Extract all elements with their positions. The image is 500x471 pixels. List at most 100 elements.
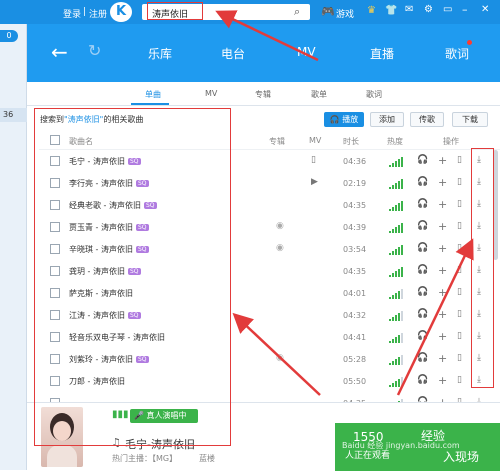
- song-duration: 04:36: [343, 157, 367, 166]
- phone-send-icon[interactable]: ▯: [457, 287, 462, 297]
- col-ops: 操作: [443, 137, 459, 146]
- close-icon[interactable]: ✕: [481, 4, 489, 15]
- hot-signal-icon: [389, 179, 403, 189]
- sub-tabs: 单曲 MV 专辑 歌单 歌词: [27, 82, 500, 106]
- phone-send-icon[interactable]: ▯: [457, 265, 462, 275]
- phone-send-icon[interactable]: ▯: [457, 353, 462, 363]
- hot-signal-icon: [389, 201, 403, 211]
- hot-signal-icon: [389, 223, 403, 233]
- annotation-list-box: [34, 108, 231, 446]
- col-mv: MV: [309, 136, 322, 145]
- headphone-icon[interactable]: 🎧: [417, 331, 428, 341]
- left-badge[interactable]: 0: [0, 30, 18, 42]
- headphone-icon[interactable]: 🎧: [417, 177, 428, 187]
- add-plus-icon[interactable]: +: [438, 198, 447, 211]
- col-album: 专辑: [269, 137, 285, 146]
- top-bar: 登录 | 注册 K 涛声依旧 ⌕ 🎮 游戏 ♛ 👕 ✉ ⚙ ▭ – ✕: [0, 0, 500, 24]
- headphone-icon: 🎧: [329, 115, 340, 124]
- register-link[interactable]: 注册: [89, 7, 107, 20]
- phone-send-icon[interactable]: ▯: [457, 243, 462, 253]
- game-link[interactable]: 游戏: [336, 7, 354, 20]
- send-button[interactable]: 传歌: [410, 112, 444, 127]
- hot-signal-icon: [389, 355, 403, 365]
- hot-signal-icon: [389, 311, 403, 321]
- col-hot: 热度: [387, 137, 403, 146]
- annotation-download-box: [471, 148, 494, 388]
- tab-lyrics[interactable]: 歌词: [366, 89, 382, 100]
- settings-icon[interactable]: ⚙: [424, 4, 433, 15]
- hot-signal-icon: [389, 333, 403, 343]
- hot-signal-icon: [389, 377, 403, 387]
- add-plus-icon[interactable]: +: [438, 220, 447, 233]
- tab-mv[interactable]: MV: [205, 89, 217, 98]
- mv-play-icon[interactable]: ▶: [311, 177, 318, 187]
- tab-playlist[interactable]: 歌单: [311, 89, 327, 100]
- album-disc-icon[interactable]: ◉: [276, 221, 284, 231]
- tab-album[interactable]: 专辑: [255, 89, 271, 100]
- song-duration: 04:39: [343, 223, 367, 232]
- add-plus-icon[interactable]: +: [438, 330, 447, 343]
- header-separator: |: [83, 7, 87, 17]
- song-duration: 04:32: [343, 311, 367, 320]
- add-plus-icon[interactable]: +: [438, 154, 447, 167]
- refresh-icon[interactable]: ↻: [88, 41, 101, 60]
- add-plus-icon[interactable]: +: [438, 176, 447, 189]
- nav-item-radio[interactable]: 电台: [221, 45, 245, 62]
- phone-send-icon[interactable]: ▯: [457, 375, 462, 385]
- download-button[interactable]: 下载: [452, 112, 488, 127]
- song-duration: 05:28: [343, 355, 367, 364]
- login-link[interactable]: 登录: [63, 7, 81, 20]
- nav-item-library[interactable]: 乐库: [148, 45, 172, 62]
- nav-item-lyrics[interactable]: 歌词: [445, 45, 469, 62]
- phone-send-icon[interactable]: ▯: [457, 309, 462, 319]
- headphone-icon[interactable]: 🎧: [417, 353, 428, 363]
- headphone-icon[interactable]: 🎧: [417, 221, 428, 231]
- headphone-icon[interactable]: 🎧: [417, 199, 428, 209]
- left-count[interactable]: 36: [0, 108, 27, 122]
- phone-send-icon[interactable]: ▯: [457, 331, 462, 341]
- hot-signal-icon: [389, 245, 403, 255]
- add-plus-icon[interactable]: +: [438, 308, 447, 321]
- hot-anchor-name[interactable]: 蓝楼: [199, 453, 215, 464]
- phone-send-icon[interactable]: ▯: [457, 199, 462, 209]
- add-plus-icon[interactable]: +: [438, 352, 447, 365]
- nav-bar: ← ↻ 乐库 电台 MV 直播 歌词: [27, 24, 500, 82]
- song-duration: 02:19: [343, 179, 367, 188]
- mini-mode-icon[interactable]: ▭: [443, 4, 452, 15]
- search-icon[interactable]: ⌕: [294, 5, 300, 19]
- add-plus-icon[interactable]: +: [438, 374, 447, 387]
- song-duration: 04:41: [343, 333, 367, 342]
- headphone-icon[interactable]: 🎧: [417, 243, 428, 253]
- album-disc-icon[interactable]: ◉: [276, 353, 284, 363]
- mail-icon[interactable]: ✉: [405, 4, 413, 15]
- add-button[interactable]: 添加: [370, 112, 404, 127]
- skin-icon[interactable]: 👕: [385, 5, 397, 16]
- phone-send-icon[interactable]: ▯: [457, 177, 462, 187]
- add-plus-icon[interactable]: +: [438, 286, 447, 299]
- nav-item-mv[interactable]: MV: [297, 45, 316, 59]
- minimize-icon[interactable]: –: [462, 3, 468, 16]
- nav-red-dot: [467, 40, 472, 45]
- album-disc-icon[interactable]: ◉: [276, 243, 284, 253]
- gamepad-icon[interactable]: 🎮: [321, 5, 335, 18]
- add-plus-icon[interactable]: +: [438, 264, 447, 277]
- mv-phone-icon[interactable]: ▯: [311, 155, 316, 165]
- headphone-icon[interactable]: 🎧: [417, 375, 428, 385]
- song-duration: 03:54: [343, 245, 367, 254]
- play-all-button[interactable]: 🎧 播放: [324, 112, 364, 127]
- left-panel: 0 36: [0, 24, 27, 470]
- watermark: Baidu 经验 jingyan.baidu.com: [342, 441, 460, 450]
- add-plus-icon[interactable]: +: [438, 242, 447, 255]
- headphone-icon[interactable]: 🎧: [417, 265, 428, 275]
- tab-songs[interactable]: 单曲: [145, 89, 161, 100]
- headphone-icon[interactable]: 🎧: [417, 155, 428, 165]
- nav-item-live[interactable]: 直播: [370, 45, 394, 62]
- phone-send-icon[interactable]: ▯: [457, 155, 462, 165]
- vip-icon[interactable]: ♛: [367, 5, 376, 16]
- hot-signal-icon: [389, 267, 403, 277]
- headphone-icon[interactable]: 🎧: [417, 287, 428, 297]
- phone-send-icon[interactable]: ▯: [457, 221, 462, 231]
- song-duration: 04:01: [343, 289, 367, 298]
- headphone-icon[interactable]: 🎧: [417, 309, 428, 319]
- back-arrow-icon[interactable]: ←: [51, 40, 68, 64]
